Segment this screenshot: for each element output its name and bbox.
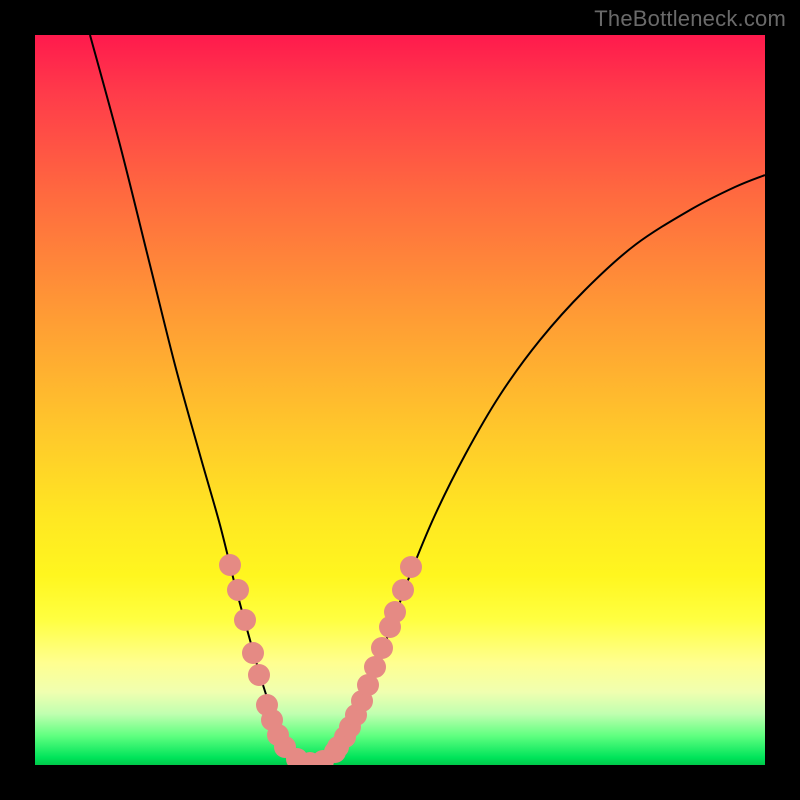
bottleneck-curve — [90, 35, 765, 763]
marker-dot — [384, 601, 406, 623]
marker-dot — [242, 642, 264, 664]
marker-dot — [400, 556, 422, 578]
chart-svg — [35, 35, 765, 765]
marker-dot — [234, 609, 256, 631]
marker-dot — [364, 656, 386, 678]
marker-dot — [227, 579, 249, 601]
marker-dot — [219, 554, 241, 576]
chart-frame: TheBottleneck.com — [0, 0, 800, 800]
plot-area — [35, 35, 765, 765]
marker-dot — [392, 579, 414, 601]
marker-group — [219, 554, 422, 765]
watermark-text: TheBottleneck.com — [594, 6, 786, 32]
marker-dot — [371, 637, 393, 659]
marker-dot — [248, 664, 270, 686]
